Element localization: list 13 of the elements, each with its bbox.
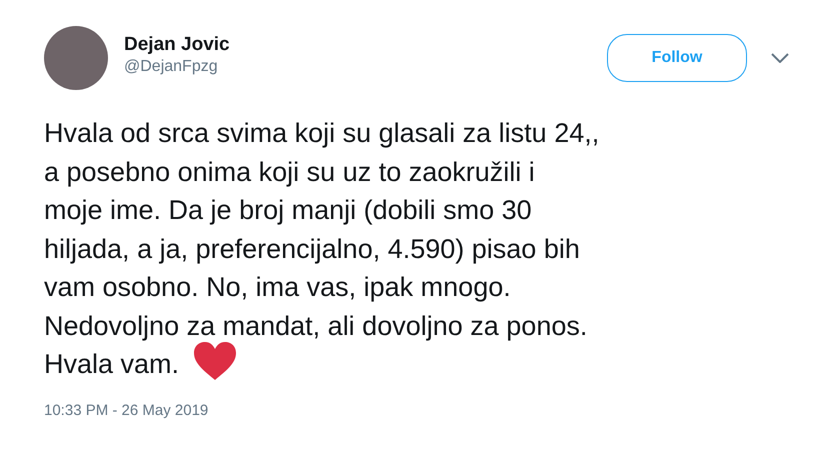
tweet-text-line: Hvala vam.	[44, 348, 180, 381]
heart-icon	[193, 341, 238, 382]
follow-button[interactable]: Follow	[607, 34, 747, 82]
author-name[interactable]: Dejan Jovic	[124, 34, 607, 57]
tweet-text-line: Hvala od srca svima koji su glasali za listu 24,,	[44, 118, 600, 148]
tweet-text-line: moje ime. Da je broj manji (dobili smo 30	[44, 195, 532, 225]
chevron-down-icon[interactable]	[771, 53, 789, 63]
timestamp[interactable]: 10:33 PM - 26 May 2019	[44, 400, 789, 422]
tweet-text-line: hiljada, a ja, preferencijalno, 4.590) pisao bih	[44, 234, 580, 264]
author-handle[interactable]: @DejanFpzg	[124, 57, 607, 78]
tweet-text-line: a posebno onima koji su uz to zaokružili i	[44, 156, 535, 186]
tweet-text-line: Nedovoljno za mandat, ali dovoljno za ponos.	[44, 310, 588, 340]
tweet-text-line: vam osobno. No, ima vas, ipak mnogo.	[44, 272, 511, 302]
